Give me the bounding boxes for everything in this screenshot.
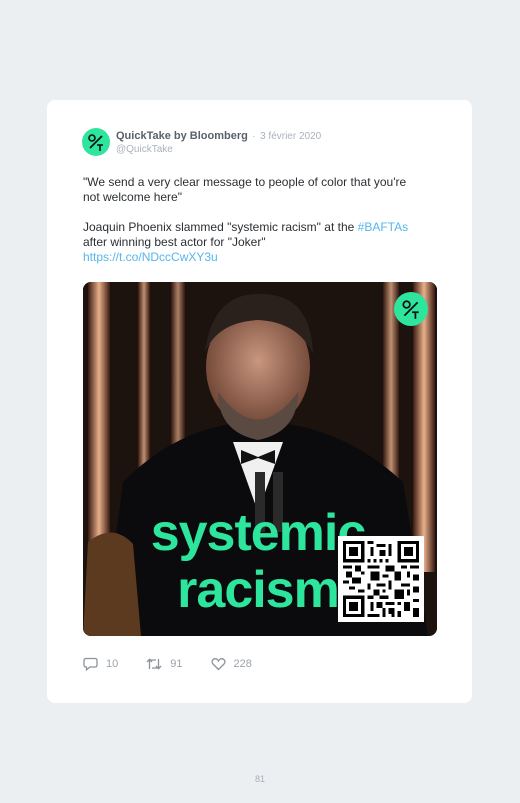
reply-button[interactable]: 10 — [83, 657, 118, 671]
retweet-button[interactable]: 91 — [146, 657, 183, 671]
author-name[interactable]: QuickTake by Bloomberg — [116, 130, 248, 142]
page-number: 81 — [254, 774, 265, 784]
quicktake-badge-icon — [394, 292, 428, 326]
header-separator: · — [252, 131, 256, 142]
heart-icon — [210, 658, 226, 671]
hashtag-link[interactable]: #BAFTAs — [358, 220, 408, 234]
retweet-icon — [146, 658, 162, 670]
tweet-text: "We send a very clear message to people … — [83, 175, 413, 265]
tweet-media-image[interactable]: systemic racism — [83, 282, 437, 636]
tweet-header: QuickTake by Bloomberg · 3 février 2020 … — [116, 129, 321, 156]
retweet-count: 91 — [170, 658, 183, 670]
body-text-end: after winning best actor for "Joker" — [83, 235, 266, 249]
quicktake-logo-icon[interactable] — [82, 128, 110, 156]
tweet-url-link[interactable]: https://t.co/NDccCwXY3u — [83, 250, 218, 264]
tweet-quote: "We send a very clear message to people … — [83, 175, 407, 204]
like-button[interactable]: 228 — [210, 657, 252, 671]
tweet-body: Joaquin Phoenix slammed "systemic racism… — [83, 220, 413, 265]
tweet-card: QuickTake by Bloomberg · 3 février 2020 … — [47, 100, 472, 703]
reply-count: 10 — [106, 658, 119, 670]
body-text-start: Joaquin Phoenix slammed "systemic racism… — [83, 220, 358, 234]
tweet-actions: 10 91 228 — [83, 657, 280, 671]
tweet-date[interactable]: 3 février 2020 — [260, 131, 321, 142]
reply-icon — [83, 657, 98, 671]
like-count: 228 — [233, 658, 252, 670]
author-handle[interactable]: @QuickTake — [116, 144, 321, 156]
qr-code-icon[interactable] — [338, 536, 424, 622]
